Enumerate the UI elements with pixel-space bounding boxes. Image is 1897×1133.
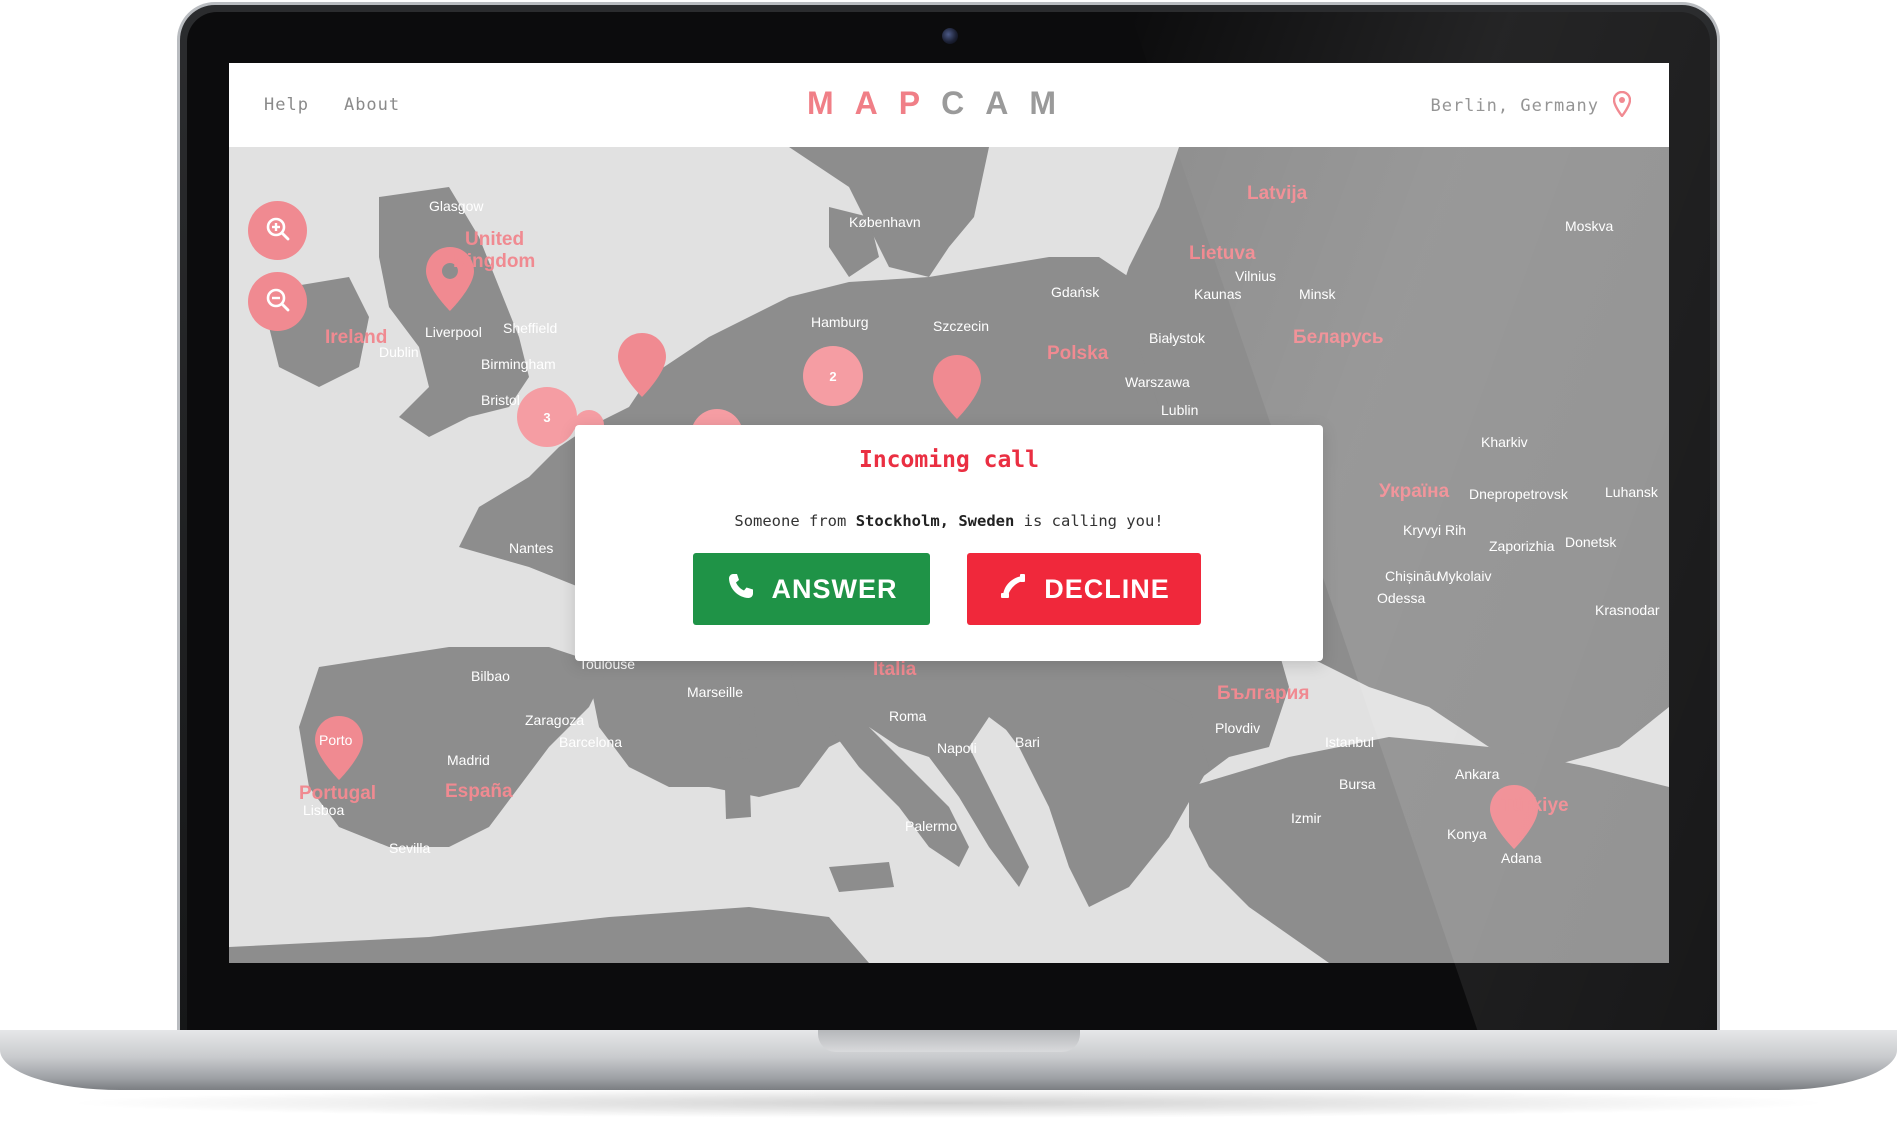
- map-country-ireland: Ireland: [325, 327, 387, 348]
- zoom-in-button[interactable]: [248, 201, 307, 260]
- logo-letter-a2: A: [985, 85, 1030, 121]
- map-country-portugal: Portugal: [299, 783, 376, 804]
- map-label-marseille: Marseille: [687, 684, 743, 700]
- mapcam-logo[interactable]: MAPCAM: [807, 85, 1077, 122]
- map-label-birmingham: Birmingham: [481, 356, 556, 372]
- map-country-polska: Polska: [1047, 343, 1109, 364]
- top-navigation-bar: Help About MAPCAM Berlin, Germany: [229, 63, 1669, 147]
- map-label-porto: Porto: [319, 732, 353, 748]
- dialog-title: Incoming call: [858, 447, 1039, 473]
- laptop-base-notch: [818, 1030, 1080, 1052]
- decline-label: DECLINE: [1044, 573, 1170, 604]
- map-label-minsk: Minsk: [1299, 286, 1337, 302]
- cluster-label-2: 2: [829, 369, 836, 384]
- map-label-hamburg: Hamburg: [811, 314, 869, 330]
- map-label-bursa: Bursa: [1339, 776, 1376, 792]
- map-label-zaragoza: Zaragoza: [525, 712, 584, 728]
- map-country-ukraine: Україна: [1379, 481, 1450, 502]
- map-label-kaunas: Kaunas: [1194, 286, 1241, 302]
- map-label-warszawa: Warszawa: [1125, 374, 1190, 390]
- logo-letter-m: M: [807, 85, 855, 121]
- map-label-izmir: Izmir: [1291, 810, 1322, 826]
- map-label-chisinau: Chișinău: [1385, 568, 1439, 584]
- location-label: Berlin, Germany: [1430, 96, 1599, 116]
- map-label-konya: Konya: [1447, 826, 1487, 842]
- map-label-liverpool: Liverpool: [425, 324, 482, 340]
- map-label-lisboa: Lisboa: [303, 802, 344, 818]
- map-country-uk: United: [465, 229, 524, 250]
- map-country-italia: Italia: [873, 659, 917, 680]
- map-label-bari: Bari: [1015, 734, 1040, 750]
- answer-button[interactable]: ANSWER: [693, 553, 930, 625]
- map-country-lietuva: Lietuva: [1189, 243, 1256, 264]
- map-label-kharkiv: Kharkiv: [1481, 434, 1528, 450]
- map-country-espana: España: [445, 781, 513, 802]
- app-screen: Glasgow Liverpool Sheffield Dublin Birmi…: [229, 63, 1669, 963]
- decline-button[interactable]: DECLINE: [967, 553, 1201, 625]
- laptop-shadow: [60, 1088, 1837, 1118]
- caller-location: Stockholm, Sweden: [855, 512, 1015, 530]
- map-label-luhansk: Luhansk: [1605, 484, 1659, 500]
- map-country-latvija: Latvija: [1247, 183, 1308, 204]
- map-label-lublin: Lublin: [1161, 402, 1198, 418]
- message-suffix: is calling you!: [1014, 512, 1164, 530]
- map-label-donetsk: Donetsk: [1565, 534, 1617, 550]
- map-label-ankara: Ankara: [1455, 766, 1500, 782]
- map-label-gdansk: Gdańsk: [1051, 284, 1100, 300]
- map-label-adana: Adana: [1501, 850, 1542, 866]
- map-label-plovdiv: Plovdiv: [1215, 720, 1260, 736]
- map-label-barcelona: Barcelona: [559, 734, 622, 750]
- answer-label: ANSWER: [771, 573, 898, 604]
- phone-hangup-icon: [998, 571, 1028, 608]
- map-label-palermo: Palermo: [905, 818, 957, 834]
- nav-about-link[interactable]: About: [344, 95, 400, 115]
- location-pin-icon: [1612, 90, 1632, 121]
- current-location[interactable]: Berlin, Germany: [1430, 90, 1632, 121]
- map-country-bulgaria: България: [1217, 683, 1309, 704]
- map-label-istanbul: Istanbul: [1325, 734, 1374, 750]
- cluster-label-3: 3: [543, 410, 550, 425]
- zoom-out-button[interactable]: [248, 272, 307, 331]
- map-label-roma: Roma: [889, 708, 927, 724]
- map-label-zaporizhia: Zaporizhia: [1489, 538, 1555, 554]
- map-label-odessa: Odessa: [1377, 590, 1425, 606]
- message-prefix: Someone from: [734, 512, 856, 530]
- map-label-napoli: Napoli: [937, 740, 977, 756]
- map-label-sheffield: Sheffield: [503, 320, 557, 336]
- phone-icon: [726, 571, 756, 608]
- map-label-dnepropetrovsk: Dnepropetrovsk: [1469, 486, 1569, 502]
- map-country-uk-2: Kingdom: [453, 251, 535, 272]
- map-label-vilnius: Vilnius: [1235, 268, 1276, 284]
- map-label-bilbao: Bilbao: [471, 668, 510, 684]
- incoming-call-dialog: Incoming call Someone from Stockholm, Sw…: [575, 425, 1323, 661]
- map-label-nantes: Nantes: [509, 540, 553, 556]
- map-label-moskva: Moskva: [1565, 218, 1613, 234]
- zoom-in-icon: [265, 216, 291, 246]
- map-label-mykolaiv: Mykolaiv: [1437, 568, 1491, 584]
- map-label-bristol: Bristol: [481, 392, 520, 408]
- map-label-krasnodar: Krasnodar: [1595, 602, 1660, 618]
- map-label-madrid: Madrid: [447, 752, 490, 768]
- zoom-out-icon: [265, 287, 291, 317]
- logo-letter-m2: M: [1029, 85, 1077, 121]
- map-label-glasgow: Glasgow: [429, 198, 484, 214]
- map-label-sevilla: Sevilla: [389, 840, 430, 856]
- map-label-szczecin: Szczecin: [933, 318, 989, 334]
- map-label-kobenhavn: København: [849, 214, 921, 230]
- map-country-belarus: Беларусь: [1293, 327, 1384, 348]
- dialog-message: Someone from Stockholm, Sweden is callin…: [575, 512, 1323, 530]
- logo-letter-c: C: [941, 85, 986, 121]
- webcam: [942, 28, 958, 44]
- map-label-bialystok: Białystok: [1149, 330, 1206, 346]
- map-country-turkiye: Türkiye: [1501, 795, 1569, 816]
- map-label-kryvyi-rih: Kryvyi Rih: [1403, 522, 1466, 538]
- logo-letter-p: P: [898, 85, 942, 121]
- nav-help-link[interactable]: Help: [264, 95, 309, 115]
- logo-letter-a: A: [854, 85, 899, 121]
